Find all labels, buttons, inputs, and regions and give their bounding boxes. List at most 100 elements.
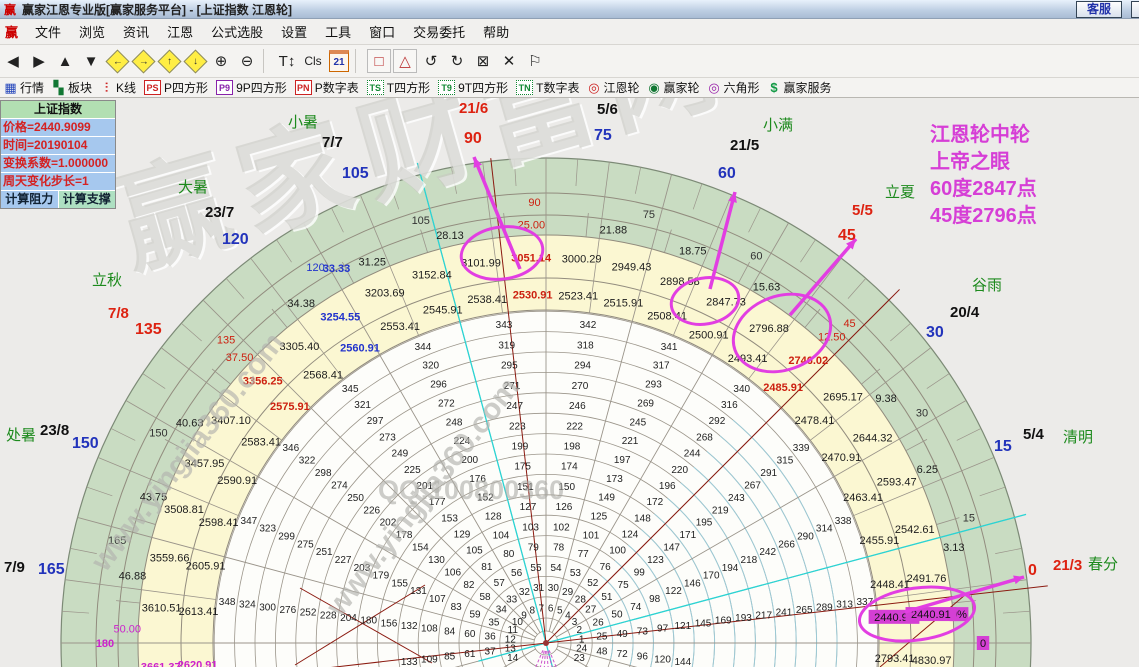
svg-text:40.63: 40.63 [176, 418, 204, 430]
svg-text:147: 147 [663, 543, 680, 554]
svg-text:319: 319 [498, 340, 515, 351]
wheel-label-21/3: 21/3 [1053, 557, 1083, 574]
ribbon-item-9T四方形[interactable]: T9 9T四方形 [438, 79, 508, 96]
pan-left-icon[interactable]: ← [104, 48, 130, 74]
gann-wheel-chart[interactable]: 0 15 30 45 60 75 90 105 120 135 150 165 180 0% 3.13 6.2… [0, 0, 1139, 667]
ribbon-item-板块[interactable]: ▚ 板块 [52, 79, 93, 96]
svg-text:153: 153 [441, 513, 458, 524]
up-arrow-icon[interactable]: ▲ [53, 49, 77, 73]
svg-text:2605.91: 2605.91 [186, 561, 226, 573]
menu-item-0[interactable]: 文件 [26, 20, 70, 43]
svg-text:270: 270 [572, 381, 589, 392]
compress-icon[interactable]: ✕ [497, 49, 521, 73]
svg-text:341: 341 [661, 342, 678, 353]
K线-icon: ⫶ [104, 79, 109, 95]
wheel-label-7/7: 7/7 [322, 134, 343, 151]
svg-text:36: 36 [485, 632, 497, 643]
annotation-line: 江恩轮中轮 [930, 124, 1030, 146]
menu-item-4[interactable]: 公式选股 [202, 20, 272, 43]
svg-text:28.13: 28.13 [436, 230, 464, 242]
svg-text:124: 124 [622, 530, 639, 541]
step-row: 周天变化步长=1 [1, 173, 115, 191]
svg-text:250: 250 [347, 493, 364, 504]
ribbon-item-江恩轮[interactable]: ◎ 江恩轮 [587, 79, 639, 96]
svg-text:176: 176 [469, 474, 486, 485]
wheel-label-21/5: 21/5 [730, 137, 760, 154]
customer-service-button[interactable]: 客服 [1076, 1, 1123, 18]
menu-item-9[interactable]: 帮助 [474, 20, 518, 43]
menu-item-6[interactable]: 工具 [316, 20, 360, 43]
menu-item-7[interactable]: 窗口 [360, 20, 404, 43]
flag-icon[interactable]: ⚐ [523, 49, 547, 73]
svg-text:106: 106 [444, 567, 461, 578]
svg-text:151: 151 [517, 482, 534, 493]
vertical-scale-icon[interactable]: T↕ [275, 49, 299, 73]
cls-icon[interactable]: Cls [301, 49, 325, 73]
menu-item-3[interactable]: 江恩 [158, 20, 202, 43]
svg-text:54: 54 [550, 563, 562, 574]
ribbon-item-P四方形[interactable]: PS P四方形 [144, 79, 208, 96]
svg-text:100: 100 [609, 546, 626, 557]
menu-item-2[interactable]: 资讯 [114, 20, 158, 43]
menu-item-1[interactable]: 浏览 [70, 20, 114, 43]
svg-text:340: 340 [733, 384, 750, 395]
rect-tool-icon[interactable]: □ [367, 49, 391, 73]
ribbon-item-9P四方形[interactable]: P9 9P四方形 [216, 79, 287, 96]
boxed-x-icon[interactable]: ⊠ [471, 49, 495, 73]
svg-text:99: 99 [634, 567, 646, 578]
zoom-in-icon[interactable]: ⊕ [209, 49, 233, 73]
svg-text:2485.91: 2485.91 [763, 382, 803, 394]
pan-up-icon[interactable]: ↑ [156, 48, 182, 74]
svg-text:3407.10: 3407.10 [211, 415, 251, 427]
svg-text:274: 274 [331, 480, 348, 491]
svg-text:203: 203 [354, 563, 371, 574]
ribbon-item-赢家轮[interactable]: ◉ 赢家轮 [647, 79, 699, 96]
ribbon-item-六角形[interactable]: ◎ 六角形 [708, 79, 759, 96]
wheel-label-21/6: 21/6 [459, 100, 489, 117]
ribbon-item-T数字表[interactable]: TN T数字表 [516, 79, 579, 96]
ribbon-item-K线[interactable]: ⫶ K线 [100, 79, 136, 96]
down-arrow-icon[interactable]: ▼ [79, 49, 103, 73]
next-arrow-icon[interactable]: ▶ [27, 49, 51, 73]
svg-text:2593.47: 2593.47 [877, 477, 917, 489]
svg-text:61: 61 [464, 649, 476, 660]
rotate-ccw-icon[interactable]: ↺ [419, 49, 443, 73]
forum-button[interactable]: 论坛 [1131, 1, 1139, 18]
svg-text:48: 48 [596, 646, 608, 657]
svg-text:56: 56 [511, 568, 523, 579]
svg-text:3000.29: 3000.29 [562, 254, 602, 266]
pan-right-icon[interactable]: → [130, 48, 156, 74]
calc-resistance-button[interactable]: 计算阻力 [1, 191, 59, 208]
titlebar: 赢 赢家江恩专业版[赢家服务平台] - [上证指数 江恩轮] 客服 论坛 [0, 0, 1139, 19]
ribbon-item-P数字表[interactable]: PN P数字表 [294, 79, 359, 96]
svg-text:217: 217 [755, 610, 772, 621]
wheel-label-5/5: 5/5 [852, 202, 873, 219]
ribbon-item-T四方形[interactable]: TS T四方形 [366, 79, 430, 96]
menubar: 赢 文件 浏览 资讯 江恩 公式选股 设置 工具 窗口 交易委托 帮助 [0, 19, 1139, 45]
menu-item-8[interactable]: 交易委托 [404, 20, 474, 43]
menu-item-5[interactable]: 设置 [272, 20, 316, 43]
ribbon-item-行情[interactable]: ▦ 行情 [4, 79, 44, 96]
svg-text:295: 295 [501, 361, 518, 372]
svg-text:104: 104 [493, 530, 510, 541]
svg-text:316: 316 [721, 400, 738, 411]
svg-text:24: 24 [576, 644, 588, 655]
svg-text:2949.43: 2949.43 [612, 262, 652, 274]
行情-icon: ▦ [4, 79, 17, 95]
svg-text:346: 346 [283, 443, 300, 454]
calc-support-button[interactable]: 计算支撑 [58, 191, 115, 208]
svg-text:4: 4 [565, 610, 571, 621]
triangle-tool-icon[interactable]: △ [393, 49, 417, 73]
zoom-out-icon[interactable]: ⊖ [235, 49, 259, 73]
prev-arrow-icon[interactable]: ◀ [1, 49, 25, 73]
svg-text:43.75: 43.75 [140, 491, 168, 503]
svg-text:2590.91: 2590.91 [217, 475, 257, 487]
ribbon-item-赢家服务[interactable]: $ 赢家服务 [768, 79, 831, 96]
svg-text:222: 222 [566, 421, 583, 432]
pan-down-icon[interactable]: ↓ [182, 48, 208, 74]
wheel-label-105: 105 [342, 165, 369, 182]
svg-text:2: 2 [576, 625, 582, 636]
rotate-cw-icon[interactable]: ↻ [445, 49, 469, 73]
calendar-icon[interactable]: 21 [327, 49, 351, 73]
svg-text:265: 265 [796, 605, 813, 616]
